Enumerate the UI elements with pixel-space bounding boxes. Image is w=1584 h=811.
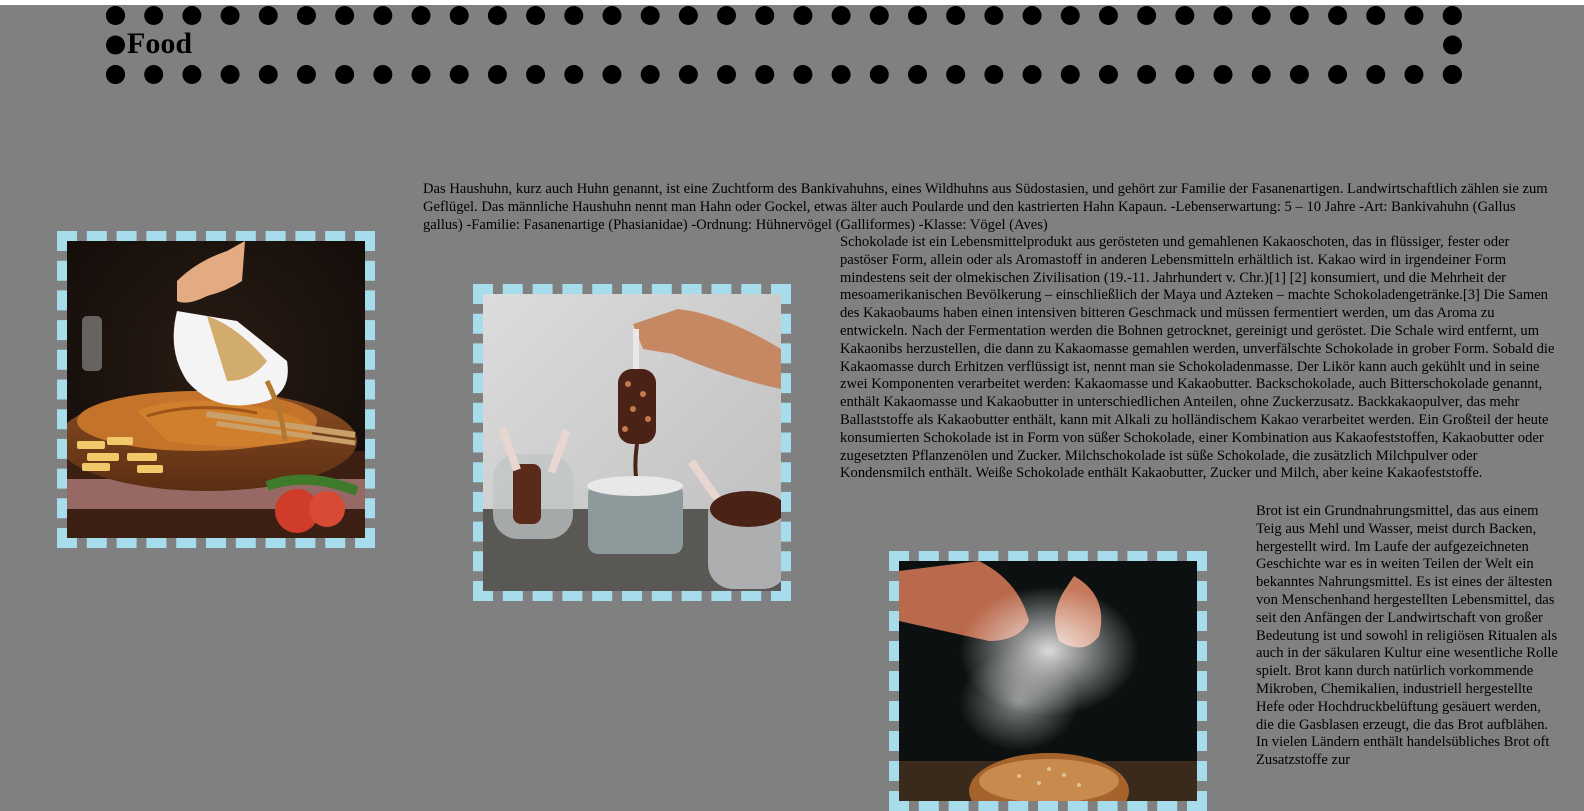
chicken-image [67, 241, 365, 538]
bread-article-text: Brot ist ein Grundnahrungsmittel, das au… [1256, 503, 1558, 769]
top-strip [0, 0, 1584, 5]
site-header [106, 6, 1462, 84]
chicken-article-text: Das Haushuhn, kurz auch Huhn genannt, is… [423, 181, 1548, 233]
bread-image [899, 561, 1197, 801]
page-title: Food [127, 27, 193, 60]
chocolate-article-text: Schokolade ist ein Lebensmittelprodukt a… [840, 234, 1555, 482]
chocolate-image [483, 294, 781, 591]
chocolate-image-frame [473, 284, 791, 601]
bread-image-frame [889, 551, 1207, 811]
chicken-image-frame [57, 231, 375, 548]
